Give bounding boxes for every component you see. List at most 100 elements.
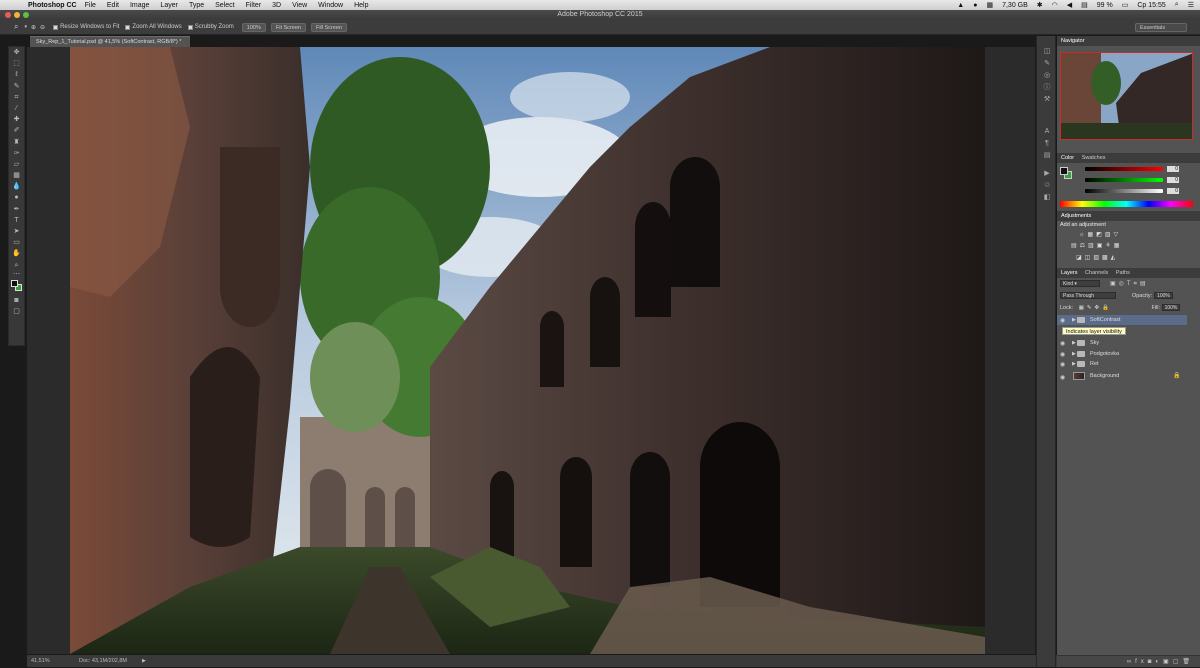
tab-channels[interactable]: Channels xyxy=(1085,270,1108,276)
lock-icons[interactable]: ▦✎✥🔒 xyxy=(1079,305,1112,311)
status-icon[interactable]: ● xyxy=(973,2,977,9)
path-selection-tool-icon[interactable]: ➤ xyxy=(9,226,24,237)
blend-mode-select[interactable]: Pass Through xyxy=(1060,292,1116,299)
hand-tool-icon[interactable]: ✋ xyxy=(9,248,24,259)
layer-row-softcontrast[interactable]: ◉ ▶ SoftContrast xyxy=(1057,315,1187,325)
marquee-tool-icon[interactable]: ⬚ xyxy=(9,58,24,69)
menu-file[interactable]: File xyxy=(85,2,96,9)
battery-icon[interactable]: ▭ xyxy=(1122,1,1129,9)
screen-mode-icon[interactable]: ▢ xyxy=(9,306,24,317)
character-icon[interactable]: A xyxy=(1037,126,1057,138)
styles-icon[interactable]: ◧ xyxy=(1037,192,1057,204)
adjustment-icons-row-3[interactable]: ◪◫▧▩◭ xyxy=(1076,254,1118,261)
properties-icon[interactable]: ◎ xyxy=(1037,70,1057,82)
chevron-down-icon[interactable]: ▾ xyxy=(24,24,27,30)
move-tool-icon[interactable]: ✥ xyxy=(9,47,24,58)
quick-select-tool-icon[interactable]: ✎ xyxy=(9,81,24,92)
document-canvas-image[interactable] xyxy=(70,47,985,654)
green-slider[interactable] xyxy=(1085,178,1163,182)
document-tab[interactable]: Sky_Rep_1_Tutorial.psd @ 41,5% (SoftCont… xyxy=(30,36,190,47)
blue-value[interactable]: 0 xyxy=(1167,188,1179,194)
eye-icon[interactable]: ◉ xyxy=(1060,316,1065,326)
tab-paths[interactable]: Paths xyxy=(1116,270,1130,276)
zoom-tool-icon[interactable]: ⌕ xyxy=(14,22,18,32)
color-swatches[interactable] xyxy=(9,279,24,295)
menu-filter[interactable]: Filter xyxy=(246,2,262,9)
layers-footer-icons[interactable]: ∞fx◙◐▣▢🗑 xyxy=(1057,655,1200,667)
notification-icon[interactable]: ☰ xyxy=(1188,1,1194,9)
app-menu[interactable]: Photoshop CC xyxy=(28,2,77,9)
paragraph-icon[interactable]: ¶ xyxy=(1037,138,1057,150)
adjustment-icons-row-1[interactable]: ☼▦◩▨▽ xyxy=(1079,231,1121,238)
menu-view[interactable]: View xyxy=(292,2,307,9)
zoom-level[interactable]: 41,51% xyxy=(31,655,50,667)
eye-icon[interactable]: ◉ xyxy=(1060,372,1065,384)
type-tool-icon[interactable]: T xyxy=(9,215,24,226)
green-value[interactable]: 0 xyxy=(1167,177,1179,183)
zoom-100-button[interactable]: 100% xyxy=(241,22,266,32)
lasso-tool-icon[interactable]: ℓ xyxy=(9,69,24,80)
zoom-all-checkbox[interactable] xyxy=(125,24,131,30)
fill-field[interactable]: 100% xyxy=(1161,304,1181,311)
clone-stamp-tool-icon[interactable]: ♜ xyxy=(9,137,24,148)
tab-navigator[interactable]: Navigator xyxy=(1061,38,1085,44)
glyphs-icon[interactable]: ▤ xyxy=(1037,150,1057,162)
chevron-right-icon[interactable]: ▶ xyxy=(1072,359,1076,369)
tool-presets-icon[interactable]: ⚒ xyxy=(1037,94,1057,106)
eye-icon[interactable]: ◉ xyxy=(1060,360,1065,370)
menu-image[interactable]: Image xyxy=(130,2,149,9)
crop-tool-icon[interactable]: ⌗ xyxy=(9,92,24,103)
kind-filter-select[interactable]: Kind ▾ xyxy=(1060,280,1100,287)
tab-adjustments[interactable]: Adjustments xyxy=(1061,213,1091,219)
layer-row-background[interactable]: ◉ Background 🔒 xyxy=(1057,370,1187,382)
shape-tool-icon[interactable]: ▭ xyxy=(9,237,24,248)
chevron-right-icon[interactable]: ▶ xyxy=(1072,338,1076,348)
actions-icon[interactable]: ▶ xyxy=(1037,168,1057,180)
zoom-tool-icon[interactable]: ⌕ xyxy=(9,260,24,271)
brush-tool-icon[interactable]: ✐ xyxy=(9,125,24,136)
tab-layers[interactable]: Layers xyxy=(1061,270,1078,276)
bluetooth-icon[interactable]: ✱ xyxy=(1037,1,1043,9)
eyedropper-tool-icon[interactable]: ⁄ xyxy=(9,103,24,114)
chevron-right-icon[interactable]: ▶ xyxy=(1072,315,1076,325)
eraser-tool-icon[interactable]: ▱ xyxy=(9,159,24,170)
history-icon[interactable]: ◫ xyxy=(1037,46,1057,58)
close-window-button[interactable] xyxy=(5,12,11,18)
red-value[interactable]: 0 xyxy=(1167,166,1179,172)
zoom-window-button[interactable] xyxy=(23,12,29,18)
document-info[interactable]: Doc: 43,1M/202,8M xyxy=(79,655,127,667)
zoom-in-icon[interactable]: ⊕ xyxy=(31,24,36,31)
clock[interactable]: Ср 15:55 xyxy=(1137,2,1165,9)
chevron-right-icon[interactable]: ▶ xyxy=(142,655,146,667)
menu-help[interactable]: Help xyxy=(354,2,368,9)
volume-icon[interactable]: ◀ xyxy=(1067,1,1072,9)
more-tools-icon[interactable]: ⋯ xyxy=(9,271,24,279)
pen-tool-icon[interactable]: ✒ xyxy=(9,204,24,215)
flag-icon[interactable]: ▤ xyxy=(1081,1,1088,9)
menu-type[interactable]: Type xyxy=(189,2,204,9)
clone-source-icon[interactable]: ♲ xyxy=(1037,180,1057,192)
adjustment-icons-row-2[interactable]: ▤⚖▥▣⚘▦ xyxy=(1071,242,1122,249)
brush-presets-icon[interactable]: ✎ xyxy=(1037,58,1057,70)
scrubby-zoom-checkbox[interactable] xyxy=(187,24,193,30)
healing-brush-tool-icon[interactable]: ✚ xyxy=(9,114,24,125)
layer-filter-icons[interactable]: ▣◎T⌗▤ xyxy=(1110,281,1149,287)
wifi-icon[interactable]: ◠ xyxy=(1052,1,1058,9)
foreground-color-chip[interactable] xyxy=(1060,167,1068,175)
minimize-window-button[interactable] xyxy=(14,12,20,18)
history-brush-tool-icon[interactable]: ✑ xyxy=(9,148,24,159)
fit-screen-button[interactable]: Fit Screen xyxy=(270,22,306,32)
menu-edit[interactable]: Edit xyxy=(107,2,119,9)
opacity-field[interactable]: 100% xyxy=(1154,292,1173,299)
tab-color[interactable]: Color xyxy=(1061,155,1074,161)
battery-readout[interactable]: 99 % xyxy=(1097,2,1113,9)
status-icon[interactable]: ▲ xyxy=(957,2,964,9)
menu-select[interactable]: Select xyxy=(215,2,234,9)
memory-readout[interactable]: 7,30 GB xyxy=(1002,2,1028,9)
zoom-out-icon[interactable]: ⊖ xyxy=(40,24,45,31)
dodge-tool-icon[interactable]: ● xyxy=(9,192,24,203)
resize-windows-checkbox[interactable] xyxy=(53,24,59,30)
fill-screen-button[interactable]: Fill Screen xyxy=(310,22,347,32)
menu-window[interactable]: Window xyxy=(318,2,343,9)
layer-row-sky[interactable]: ◉ ▶ Sky xyxy=(1057,338,1187,348)
